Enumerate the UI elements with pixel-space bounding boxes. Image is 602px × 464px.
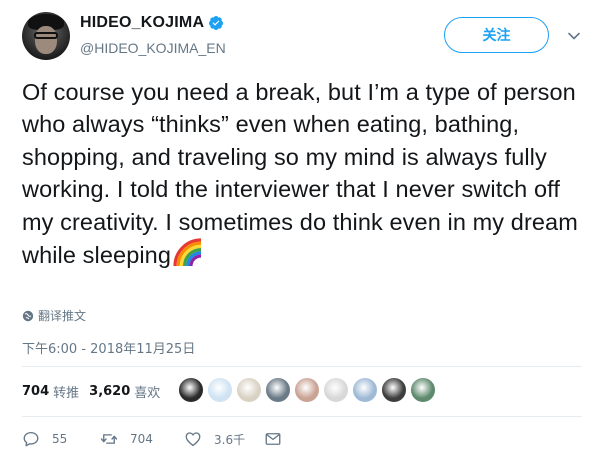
envelope-icon	[265, 433, 281, 445]
retweet-stat[interactable]: 704 转推	[22, 382, 79, 401]
tweet-text-content: Of course you need a break, but I’m a ty…	[22, 79, 578, 269]
verified-badge-icon	[209, 16, 224, 30]
avatar-glasses	[34, 32, 58, 39]
chevron-down-icon[interactable]	[566, 28, 582, 44]
avatar[interactable]	[22, 12, 70, 60]
globe-icon	[22, 310, 34, 321]
reply-count: 55	[52, 432, 68, 446]
tweet-text: Of course you need a break, but I’m a ty…	[22, 76, 582, 271]
liker-avatar-9[interactable]	[410, 377, 436, 403]
liker-avatar-2[interactable]	[207, 377, 233, 403]
rainbow-emoji	[173, 238, 202, 267]
heart-icon	[185, 432, 201, 447]
retweet-action-count: 704	[130, 432, 153, 446]
retweet-button[interactable]: 704	[100, 430, 184, 448]
translate-label: 翻译推文	[38, 309, 87, 323]
liker-avatar-7[interactable]	[352, 377, 378, 403]
tweet-timestamp[interactable]: 下午6:00 - 2018年11月25日	[22, 338, 195, 357]
liker-avatars	[178, 377, 439, 403]
reply-button[interactable]: 55	[22, 430, 100, 448]
liker-avatar-1[interactable]	[178, 377, 204, 403]
tweet-card: HIDEO_KOJIMA @HIDEO_KOJIMA_EN 关注 Of cour…	[0, 0, 602, 464]
user-handle[interactable]: @HIDEO_KOJIMA_EN	[80, 40, 226, 56]
like-stat-label: 喜欢	[134, 386, 161, 401]
liker-avatar-3[interactable]	[236, 377, 262, 403]
retweet-count: 704	[22, 384, 50, 399]
name-row: HIDEO_KOJIMA	[80, 14, 224, 32]
liker-avatar-5[interactable]	[294, 377, 320, 403]
divider-top	[22, 366, 582, 367]
engagement-stats: 704 转推 3,620 喜欢	[22, 382, 170, 401]
like-stat[interactable]: 3,620 喜欢	[89, 382, 160, 401]
divider-bottom	[22, 416, 582, 417]
like-button[interactable]: 3.6千	[184, 430, 264, 448]
retweet-icon	[100, 434, 118, 444]
direct-message-button[interactable]	[264, 430, 294, 448]
translate-tweet-link[interactable]: 翻译推文	[22, 307, 86, 324]
reply-icon	[23, 431, 39, 447]
liker-avatar-4[interactable]	[265, 377, 291, 403]
tweet-actions: 55 704 3.6千	[22, 430, 294, 448]
retweet-stat-label: 转推	[53, 386, 80, 401]
follow-button[interactable]: 关注	[444, 17, 549, 53]
display-name[interactable]: HIDEO_KOJIMA	[80, 14, 204, 32]
avatar-face	[35, 26, 57, 54]
liker-avatar-8[interactable]	[381, 377, 407, 403]
liker-avatar-6[interactable]	[323, 377, 349, 403]
like-action-count: 3.6千	[214, 432, 246, 447]
like-count: 3,620	[89, 384, 131, 399]
